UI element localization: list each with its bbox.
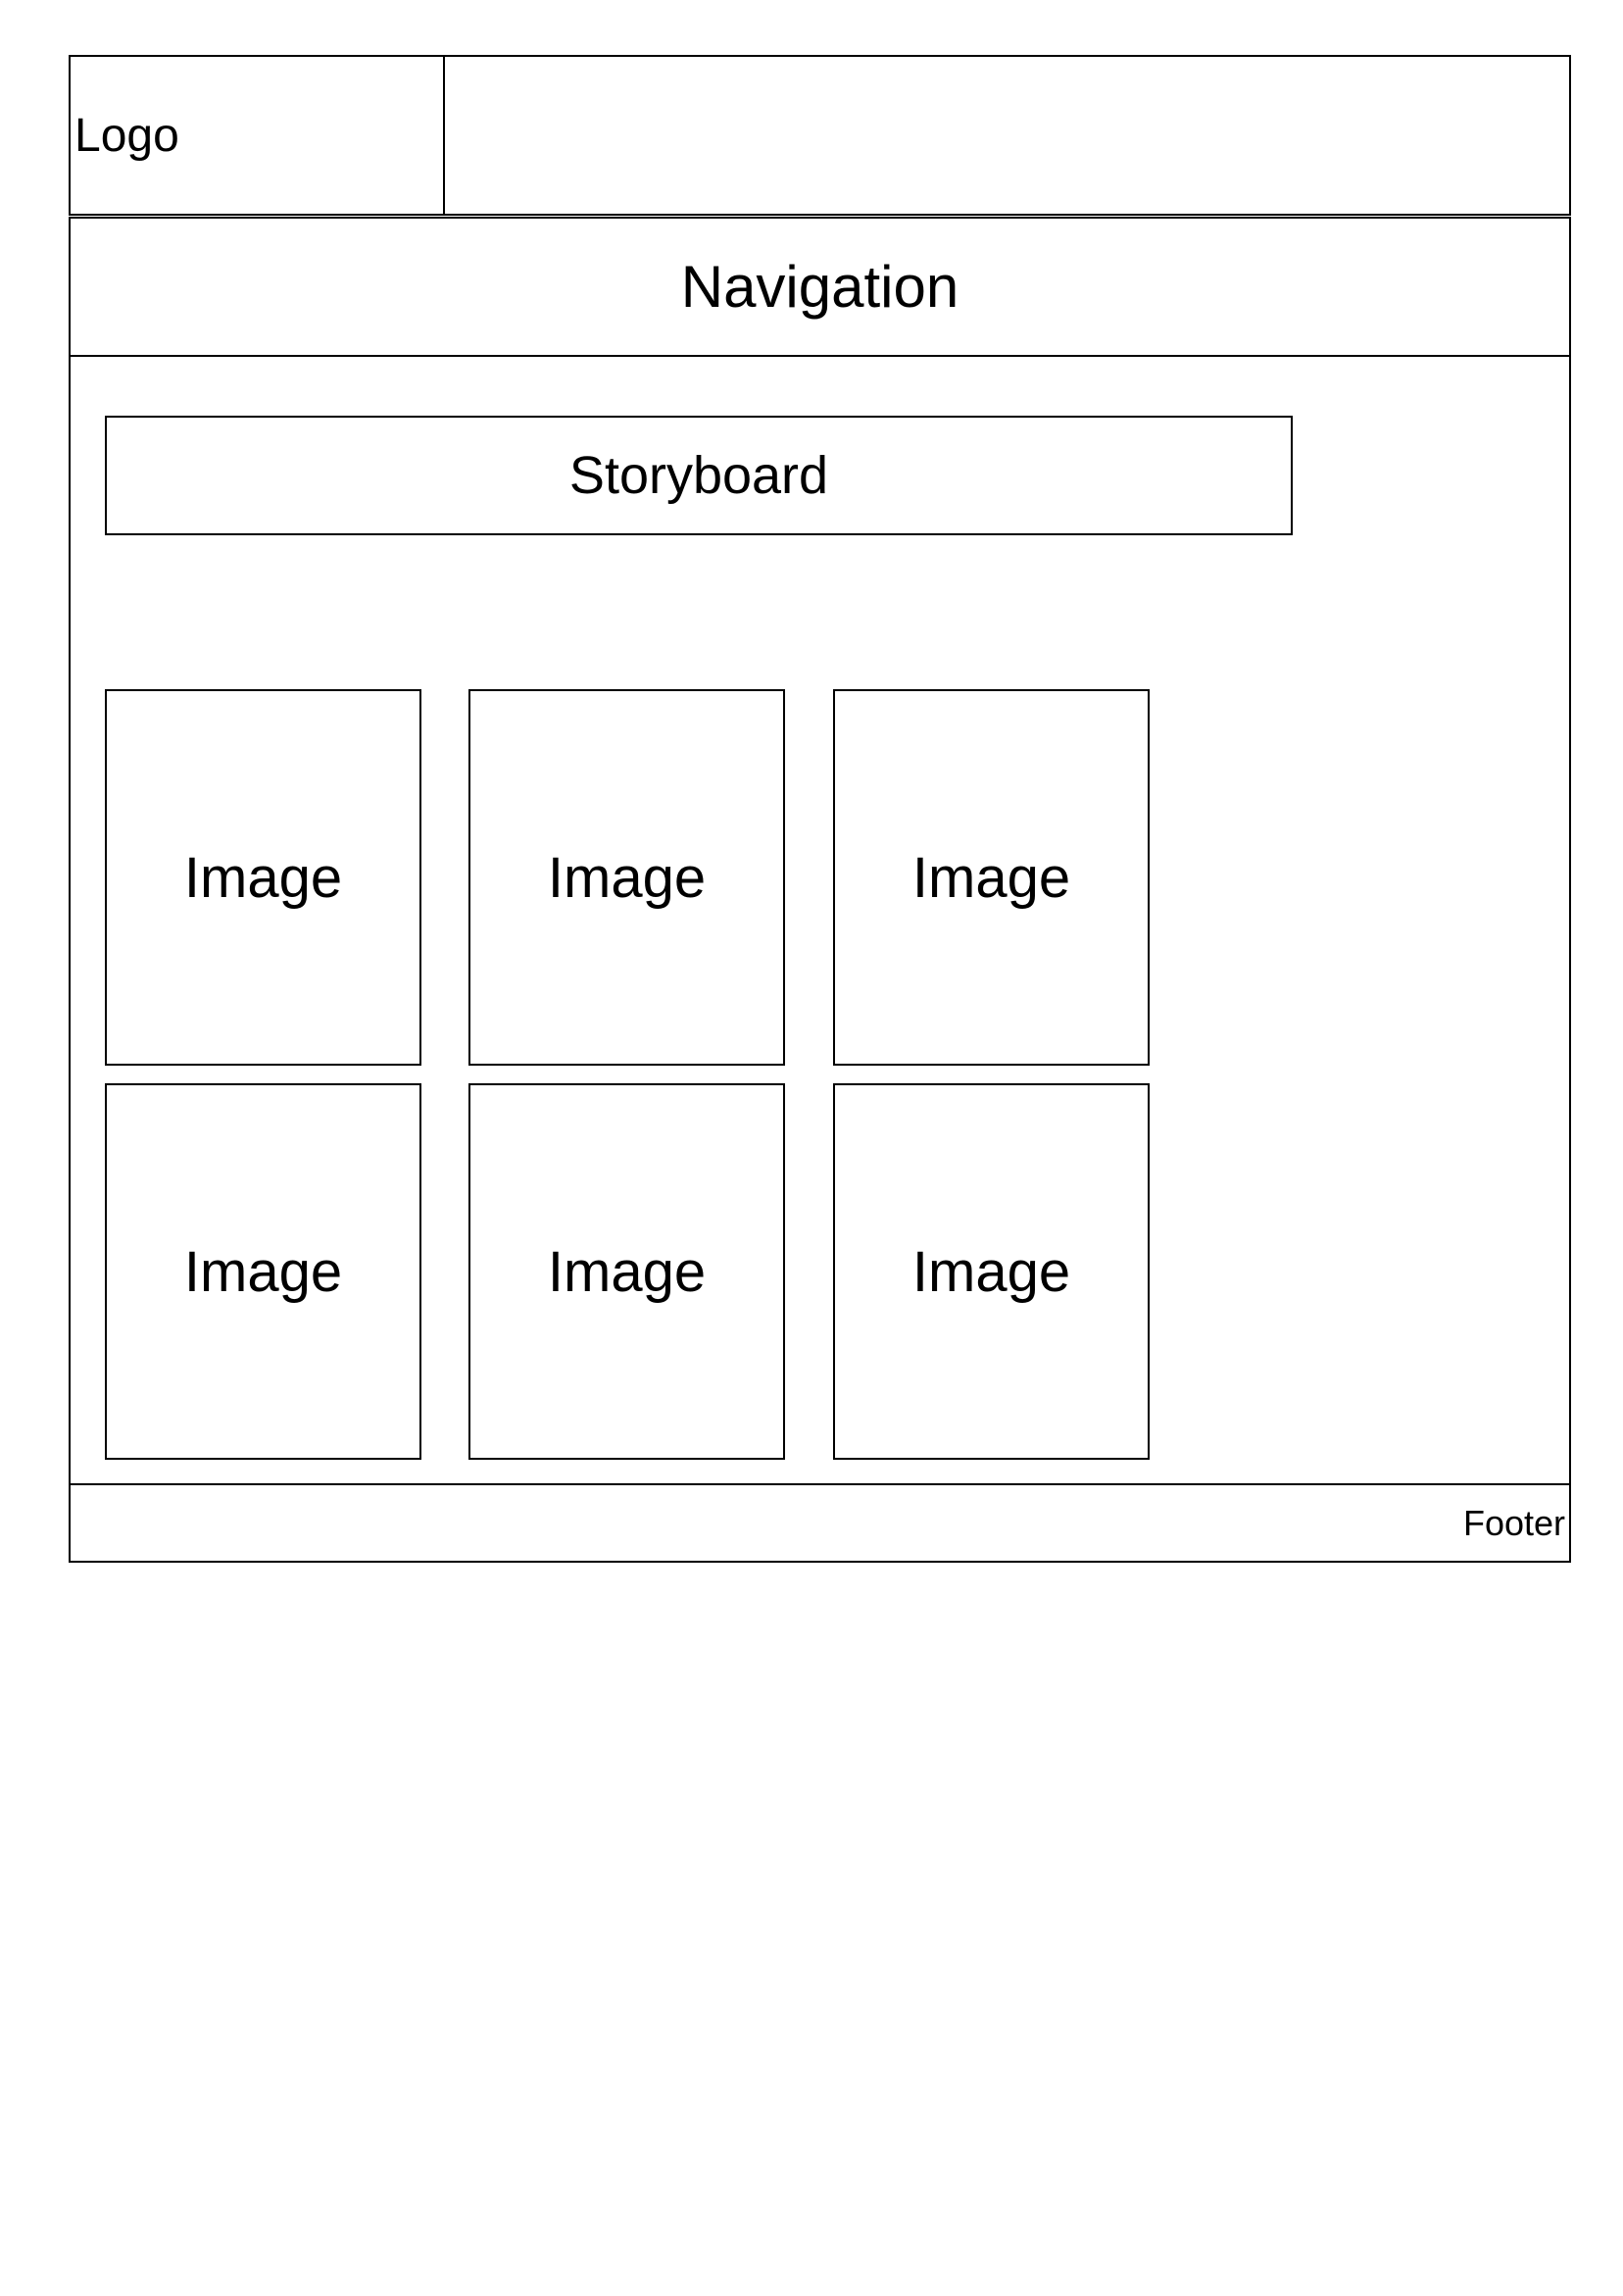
footer: Footer [69,1483,1571,1563]
image-tile[interactable]: Image [833,689,1150,1066]
navigation-bar[interactable]: Navigation [69,217,1571,357]
image-tile-label: Image [547,845,707,910]
navigation-label: Navigation [680,254,959,320]
logo-label: Logo [74,109,179,162]
image-tile-label: Image [183,1239,343,1304]
image-tile-label: Image [547,1239,707,1304]
storyboard-label: Storyboard [568,446,829,505]
image-tile-label: Image [911,1239,1071,1304]
image-tile-label: Image [911,845,1071,910]
storyboard-banner[interactable]: Storyboard [105,416,1293,535]
image-tile[interactable]: Image [833,1083,1150,1460]
image-tile[interactable]: Image [468,689,785,1066]
footer-label: Footer [1462,1502,1565,1543]
header-banner-area [443,55,1571,216]
image-tile-label: Image [183,845,343,910]
image-tile[interactable]: Image [105,689,421,1066]
image-tile[interactable]: Image [105,1083,421,1460]
image-tile[interactable]: Image [468,1083,785,1460]
logo-box[interactable]: Logo [69,55,445,216]
